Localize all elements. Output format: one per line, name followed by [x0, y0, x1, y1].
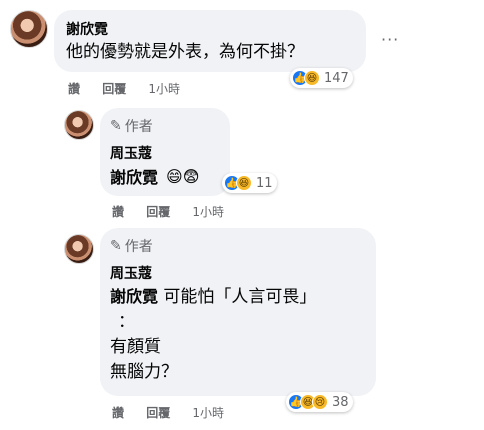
avatar[interactable] — [64, 234, 94, 264]
commenter-name[interactable]: 謝欣霓 — [66, 19, 108, 39]
haha-icon: 😆 — [236, 175, 252, 191]
comment-actions: 讚 回覆 1小時 — [112, 404, 242, 421]
avatar[interactable] — [10, 10, 48, 48]
mention-link[interactable]: 謝欣霓 — [110, 164, 158, 188]
pencil-icon: ✎ — [110, 238, 122, 254]
timestamp[interactable]: 1小時 — [148, 82, 180, 96]
comment-actions: 讚 回覆 1小時 — [68, 80, 198, 97]
like-button[interactable]: 讚 — [68, 82, 80, 96]
timestamp[interactable]: 1小時 — [192, 406, 224, 420]
reaction-summary[interactable]: 👍 😆 11 — [222, 173, 277, 193]
commenter-name[interactable]: 周玉蔻 — [110, 263, 152, 283]
like-button[interactable]: 讚 — [112, 205, 124, 219]
comment-line: ： — [118, 312, 135, 332]
comment-bubble: ✎ 作者 周玉蔻 謝欣霓 可能怕「人言可畏」 ： 有顏質 無腦力？ — [100, 228, 376, 396]
comment-line: 可能怕「人言可畏」 — [163, 287, 317, 307]
reply-button[interactable]: 回覆 — [102, 82, 126, 96]
commenter-name[interactable]: 周玉蔻 — [110, 143, 152, 163]
timestamp[interactable]: 1小時 — [192, 205, 224, 219]
pencil-icon: ✎ — [110, 118, 122, 134]
reaction-count: 147 — [324, 70, 349, 86]
sad-icon: 😢 — [312, 394, 328, 410]
author-badge: ✎ 作者 — [110, 118, 153, 135]
comment-text: 謝欣霓 😄😨 — [110, 164, 199, 188]
mention-link[interactable]: 謝欣霓 — [110, 287, 158, 306]
reaction-summary[interactable]: 👍 😆 😢 38 — [286, 392, 353, 412]
reaction-count: 11 — [256, 175, 273, 191]
author-badge: ✎ 作者 — [110, 238, 153, 255]
more-icon[interactable]: ··· — [381, 30, 399, 49]
comment-emojis: 😄😨 — [166, 166, 200, 186]
comment-bubble: 謝欣霓 他的優勢就是外表，為何不掛？ — [54, 10, 366, 72]
like-button[interactable]: 讚 — [112, 406, 124, 420]
comment-actions: 讚 回覆 1小時 — [112, 203, 242, 220]
avatar[interactable] — [64, 110, 94, 140]
reply-button[interactable]: 回覆 — [146, 406, 170, 420]
comment-text: 他的優勢就是外表，為何不掛？ — [66, 42, 304, 62]
haha-icon: 😆 — [304, 70, 320, 86]
comment-line: 無腦力？ — [110, 362, 178, 382]
reply-button[interactable]: 回覆 — [146, 205, 170, 219]
comment-bubble: ✎ 作者 周玉蔻 謝欣霓 😄😨 — [100, 108, 230, 196]
reaction-summary[interactable]: 👍 😆 147 — [290, 68, 353, 88]
comment-text: 謝欣霓 可能怕「人言可畏」 ： 有顏質 無腦力？ — [110, 284, 316, 385]
reaction-count: 38 — [332, 394, 349, 410]
comment-line: 有顏質 — [110, 337, 161, 357]
